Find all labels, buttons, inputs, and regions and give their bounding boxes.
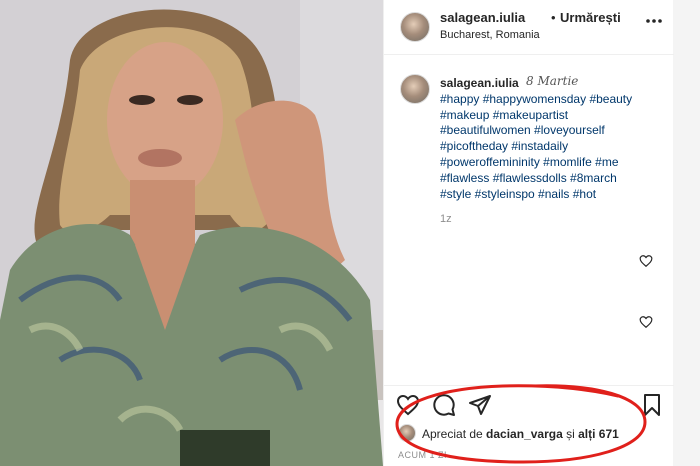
heart-icon[interactable] [639, 315, 653, 329]
header-username-link[interactable]: salagean.iulia [440, 10, 525, 25]
location-link[interactable]: Bucharest, Romania [440, 29, 540, 41]
likes-conjunction: și [566, 427, 575, 441]
caption: salagean.iulia #happy #happywomensday #b… [440, 76, 665, 202]
post-header: salagean.iulia • Urmărești Bucharest, Ro… [384, 0, 674, 55]
caption-avatar[interactable] [400, 74, 430, 104]
caption-username-link[interactable]: salagean.iulia [440, 76, 519, 90]
page-scrollbar-track[interactable] [673, 0, 700, 466]
ellipsis-icon[interactable] [644, 11, 664, 31]
handwritten-note: 8 Martie [526, 74, 579, 88]
separator-dot: • [551, 10, 556, 25]
post-photo[interactable] [0, 0, 383, 466]
comment-icon[interactable] [432, 393, 458, 419]
likes-text: Apreciat de dacian_varga și alți 671 [422, 427, 619, 441]
hashtag-line[interactable]: #poweroffemininity #momlife #me [440, 155, 619, 169]
heart-icon[interactable] [639, 254, 653, 268]
liker-avatar[interactable] [398, 424, 416, 442]
hashtag-line[interactable]: #style #styleinspo #nails #hot [440, 187, 596, 201]
portrait-image [0, 0, 383, 466]
likes-others-link[interactable]: alți 671 [578, 427, 619, 441]
avatar[interactable] [400, 12, 430, 42]
hashtag-line[interactable]: #picoftheday #instadaily [440, 139, 568, 153]
hashtag-line[interactable]: #happy #happywomensday #beauty [440, 92, 632, 106]
likes-prefix: Apreciat de [422, 427, 483, 441]
follow-status-button[interactable]: Urmărești [560, 10, 621, 25]
hashtag-line[interactable]: #flawless #flawlessdolls #8march [440, 171, 617, 185]
hashtag-line[interactable]: #makeup #makeupartist [440, 108, 568, 122]
paper-plane-icon[interactable] [468, 393, 494, 419]
caption-time: 1z [440, 213, 452, 225]
post-side-panel: salagean.iulia • Urmărești Bucharest, Ro… [383, 0, 674, 466]
heart-icon[interactable] [396, 393, 422, 419]
bookmark-icon[interactable] [640, 393, 666, 419]
liker-username-link[interactable]: dacian_varga [486, 427, 563, 441]
likes-summary[interactable]: Apreciat de dacian_varga și alți 671 [398, 420, 668, 444]
hashtag-line[interactable]: #beautifulwomen #loveyourself [440, 123, 605, 137]
post-timestamp: ACUM 1 ZI [398, 450, 448, 460]
post-actions-bar [384, 385, 674, 425]
